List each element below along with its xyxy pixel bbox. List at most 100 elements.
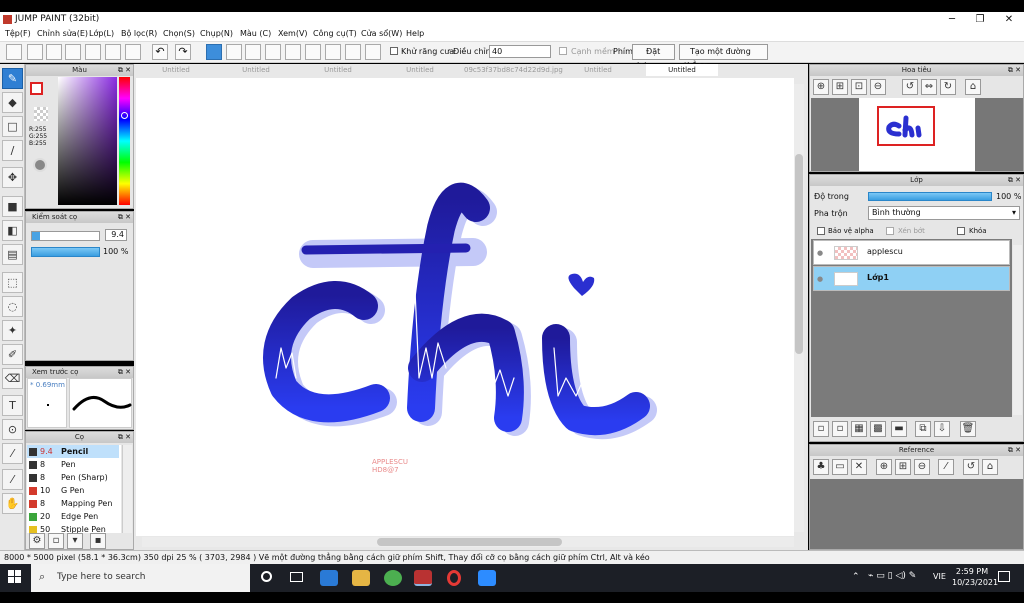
- panel-buttons[interactable]: ⧉ ✕: [118, 213, 131, 222]
- ref-pick-icon[interactable]: ⁄: [938, 459, 954, 475]
- reset-view-icon[interactable]: ⌂: [965, 79, 981, 95]
- menu-capture[interactable]: Chụp(N): [200, 29, 233, 38]
- vertical-scrollbar[interactable]: [794, 84, 804, 532]
- zoom-fit-icon[interactable]: ⊞: [832, 79, 848, 95]
- store-icon[interactable]: [352, 570, 370, 586]
- zoom-out-icon[interactable]: ⊖: [870, 79, 886, 95]
- ref-reset-icon[interactable]: ⌂: [982, 459, 998, 475]
- zoom-app-icon[interactable]: [478, 570, 496, 586]
- input-language[interactable]: VIE: [933, 572, 946, 581]
- transparent-swatch[interactable]: [34, 107, 48, 121]
- curve-icon[interactable]: [325, 44, 341, 60]
- export-icon[interactable]: [27, 44, 43, 60]
- undo-icon[interactable]: ↶: [152, 44, 168, 60]
- hatch-icon[interactable]: [226, 44, 242, 60]
- brush-item[interactable]: 8 Pen (Sharp): [27, 471, 119, 484]
- document-tab[interactable]: Untitled: [562, 64, 634, 76]
- new-brush-icon[interactable]: ▫: [48, 533, 64, 549]
- rotate-right-icon[interactable]: ↻: [940, 79, 956, 95]
- lasso2-tool-icon[interactable]: ⊙: [2, 419, 23, 440]
- protect-alpha-checkbox[interactable]: [817, 227, 825, 235]
- grid-mode-icon[interactable]: [245, 44, 261, 60]
- panel-buttons[interactable]: ⧉ ✕: [118, 368, 131, 377]
- gradient-tool-icon[interactable]: ▤: [2, 244, 23, 265]
- eye-icon[interactable]: ●: [817, 249, 823, 257]
- ref-zoom-in-icon[interactable]: ⊕: [876, 459, 892, 475]
- jump-paint-taskbar-icon[interactable]: [414, 570, 432, 586]
- document-tab[interactable]: Untitled: [384, 64, 456, 76]
- grid-icon[interactable]: [125, 44, 141, 60]
- menu-color[interactable]: Màu (C): [240, 29, 271, 38]
- eyedropper2-icon[interactable]: ⁄: [2, 469, 23, 490]
- cloud-icon[interactable]: [6, 44, 22, 60]
- brush-size-slider[interactable]: [31, 231, 100, 241]
- blend-select[interactable]: Bình thường ▾: [868, 206, 1020, 220]
- minimize-button[interactable]: ─: [942, 13, 962, 26]
- copy-layer-icon[interactable]: ⧉: [915, 421, 931, 437]
- select-rect-icon[interactable]: ⬚: [2, 272, 23, 293]
- cortana-icon[interactable]: [261, 571, 272, 582]
- zoom-actual-icon[interactable]: ⊡: [851, 79, 867, 95]
- brush-item[interactable]: 8 Mapping Pen: [27, 497, 119, 510]
- redo-icon[interactable]: ↷: [175, 44, 191, 60]
- soft-edge-checkbox[interactable]: [559, 47, 567, 55]
- maximize-button[interactable]: ❐: [970, 13, 990, 26]
- menu-file[interactable]: Tệp(F): [5, 29, 31, 38]
- lasso-tool-icon[interactable]: ◌: [2, 296, 23, 317]
- text-tool-icon[interactable]: T: [2, 395, 23, 416]
- flip-icon[interactable]: ⇔: [921, 79, 937, 95]
- new-layer-icon[interactable]: ▫: [813, 421, 829, 437]
- navigator-view[interactable]: [811, 98, 1023, 171]
- tray-chevron-icon[interactable]: ⌃: [852, 572, 860, 582]
- brush-settings-icon[interactable]: ⚙: [29, 533, 45, 549]
- brush-item[interactable]: 10 G Pen: [27, 484, 119, 497]
- zoom-in-icon[interactable]: ⊕: [813, 79, 829, 95]
- foreground-swatch[interactable]: [30, 82, 43, 95]
- menu-view[interactable]: Xem(V): [278, 29, 308, 38]
- menu-layer[interactable]: Lớp(L): [89, 29, 114, 38]
- document-tab-active[interactable]: Untitled: [646, 64, 718, 76]
- line-mode-icon[interactable]: [206, 44, 222, 60]
- eye-icon[interactable]: ●: [817, 275, 823, 283]
- merge-down-icon[interactable]: ⇩: [934, 421, 950, 437]
- menu-tools[interactable]: Công cụ(T): [313, 29, 357, 38]
- layer-scrollbar[interactable]: [1013, 245, 1022, 415]
- screen-icon[interactable]: [65, 44, 81, 60]
- magic-wand-icon[interactable]: ✦: [2, 320, 23, 341]
- close-button[interactable]: ✕: [999, 13, 1019, 26]
- open-folder-icon[interactable]: ▭: [832, 459, 848, 475]
- brush-item[interactable]: 8 Pen: [27, 458, 119, 471]
- document-tab[interactable]: Untitled: [302, 64, 374, 76]
- drawing-canvas[interactable]: APPLESCU HD8@7: [136, 78, 794, 536]
- panel-buttons[interactable]: ⧉ ✕: [1008, 176, 1021, 185]
- trash-icon[interactable]: 🗑: [960, 421, 976, 437]
- ref-fit-icon[interactable]: ⊞: [895, 459, 911, 475]
- document-tab[interactable]: Untitled: [220, 64, 292, 76]
- panel-buttons[interactable]: ⧉ ✕: [118, 66, 131, 75]
- layer-row-selected[interactable]: ● Lớp1: [813, 266, 1010, 291]
- adjust-input[interactable]: 40: [489, 45, 551, 58]
- mail-icon[interactable]: [320, 570, 338, 586]
- eyedropper-icon[interactable]: ⁄: [2, 443, 23, 464]
- ref-rotate-icon[interactable]: ↺: [963, 459, 979, 475]
- navigator-viewport[interactable]: [877, 106, 935, 146]
- brush-item[interactable]: 20 Edge Pen: [27, 510, 119, 523]
- fan-icon[interactable]: [265, 44, 281, 60]
- menu-filter[interactable]: Bộ lọc(R): [121, 29, 157, 38]
- brush-opacity-slider[interactable]: [31, 247, 100, 257]
- hue-handle[interactable]: [121, 112, 128, 119]
- menu-window[interactable]: Cửa sổ(W): [361, 29, 402, 38]
- chrome-icon[interactable]: [384, 570, 402, 586]
- brush-tool-icon[interactable]: ∕: [2, 140, 23, 161]
- page-icon[interactable]: [85, 44, 101, 60]
- eraser-tool-icon[interactable]: ◆: [2, 92, 23, 113]
- lock-checkbox[interactable]: [957, 227, 965, 235]
- rectangle-tool-icon[interactable]: □: [2, 116, 23, 137]
- ref-zoom-out-icon[interactable]: ⊖: [914, 459, 930, 475]
- windows-start-icon[interactable]: [8, 570, 22, 584]
- layer-row[interactable]: ● applescu: [813, 240, 1010, 265]
- burst-icon[interactable]: [285, 44, 301, 60]
- menu-help[interactable]: Help: [406, 29, 424, 38]
- fill-rect-tool-icon[interactable]: ■: [2, 196, 23, 217]
- brush-item[interactable]: 50 Stipple Pen: [27, 523, 119, 533]
